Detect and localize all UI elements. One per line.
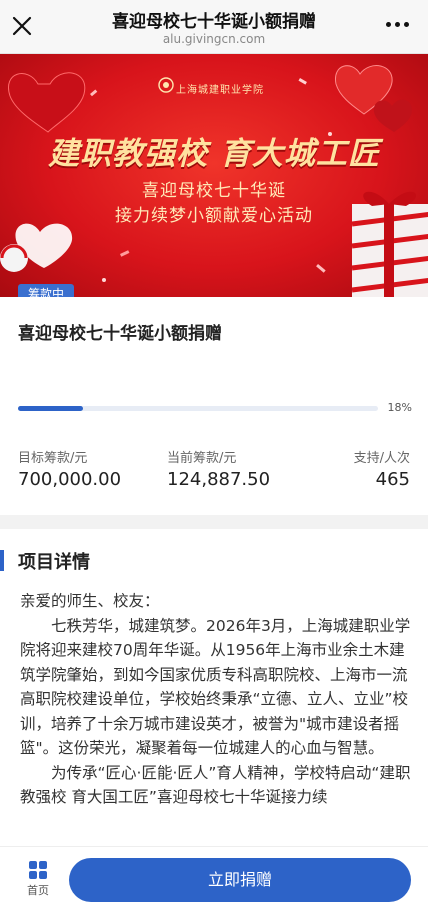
progress-bar	[18, 406, 378, 411]
school-name: 上海城建职业学院	[176, 85, 264, 96]
progress-percent: 18%	[387, 401, 412, 414]
section-accent-bar	[0, 550, 4, 571]
banner-headline: 建职教强校 育大城工匠	[48, 136, 380, 172]
donate-now-button[interactable]: 立即捐赠	[69, 858, 411, 902]
project-details-section: 项目详情 亲爱的师生、校友： 七秩芳华，城建筑梦。2026年3月，上海城建职业学…	[0, 529, 428, 859]
more-options-icon[interactable]	[386, 22, 410, 30]
project-info-card: 喜迎母校七十华诞小额捐赠 18% 目标筹款/元 700,000.00 当前筹款/…	[0, 297, 428, 515]
project-title: 喜迎母校七十华诞小额捐赠	[18, 324, 222, 344]
progress-fill	[18, 406, 83, 411]
details-greeting: 亲爱的师生、校友：	[20, 592, 160, 610]
page-url: alu.givingcn.com	[162, 32, 266, 46]
close-icon[interactable]	[8, 12, 36, 40]
banner-subtitle-2: 接力续梦小额献爱心活动	[115, 206, 313, 226]
campaign-banner: 上海城建职业学院 建职教强校 育大城工匠 喜迎母校七十华诞 接力续梦小额献爱心活…	[0, 54, 428, 297]
home-label: 首页	[27, 884, 49, 897]
details-paragraph: 为传承“匠心·匠能·匠人”育人精神，学校特启动“建职教强校 育大国工匠”喜迎母校…	[20, 763, 411, 807]
supporters-value: 465	[375, 469, 410, 490]
current-amount-value: 124,887.50	[167, 469, 271, 490]
home-tab[interactable]: 首页	[16, 857, 60, 901]
target-amount-value: 700,000.00	[18, 469, 122, 490]
bottom-action-bar: 首页 立即捐赠	[0, 846, 428, 912]
top-nav-bar: 喜迎母校七十华诞小额捐赠 alu.givingcn.com	[0, 0, 428, 54]
details-body: 亲爱的师生、校友： 七秩芳华，城建筑梦。2026年3月，上海城建职业学院将迎来建…	[20, 589, 412, 810]
grid-home-icon	[29, 861, 47, 879]
target-amount-label: 目标筹款/元	[18, 451, 88, 466]
details-paragraph: 七秩芳华，城建筑梦。2026年3月，上海城建职业学院将迎来建校70周年华诞。从1…	[20, 616, 411, 758]
supporters-label: 支持/人次	[353, 451, 410, 466]
details-heading: 项目详情	[18, 552, 90, 573]
banner-subtitle-1: 喜迎母校七十华诞	[142, 181, 286, 201]
current-amount-label: 当前筹款/元	[167, 451, 237, 466]
page-title: 喜迎母校七十华诞小额捐赠	[112, 12, 316, 32]
